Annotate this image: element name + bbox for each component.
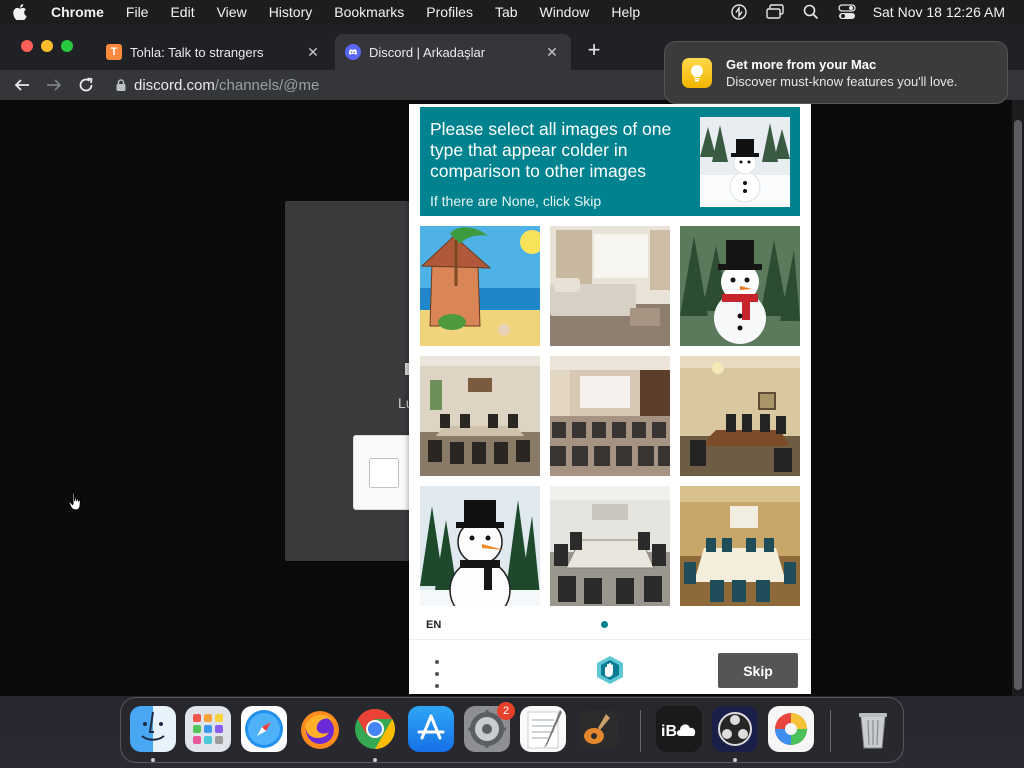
discord-favicon-icon bbox=[345, 44, 361, 60]
firefox-icon[interactable] bbox=[297, 706, 343, 752]
dock-separator bbox=[640, 710, 641, 752]
menu-profiles[interactable]: Profiles bbox=[415, 0, 484, 24]
close-tab-icon[interactable]: ✕ bbox=[543, 43, 561, 61]
dock: 2 iB bbox=[120, 697, 904, 763]
finder-running-indicator bbox=[151, 758, 155, 762]
scrollbar-thumb[interactable] bbox=[1014, 120, 1022, 690]
menu-view[interactable]: View bbox=[206, 0, 258, 24]
more-options-icon[interactable] bbox=[431, 660, 443, 688]
skip-button[interactable]: Skip bbox=[718, 653, 798, 688]
spotlight-search-icon[interactable] bbox=[793, 0, 829, 24]
menu-bar: Chrome File Edit View History Bookmarks … bbox=[0, 0, 1024, 24]
captcha-image-grid bbox=[420, 226, 800, 606]
page-indicator-dot bbox=[601, 621, 608, 628]
chrome-running-indicator bbox=[373, 758, 377, 762]
menu-help[interactable]: Help bbox=[600, 0, 651, 24]
close-tab-icon[interactable]: ✕ bbox=[304, 43, 322, 61]
url-path: /channels/@me bbox=[214, 76, 320, 94]
tab-title: Discord | Arkadaşlar bbox=[369, 44, 486, 60]
page-scrollbar[interactable] bbox=[1012, 100, 1024, 696]
menu-edit[interactable]: Edit bbox=[159, 0, 205, 24]
chrome-icon[interactable] bbox=[352, 706, 398, 752]
forward-arrow-icon[interactable] bbox=[42, 73, 66, 97]
captcha-tile-living-room[interactable] bbox=[550, 226, 670, 346]
notification-title: Get more from your Mac bbox=[726, 57, 877, 72]
captcha-prompt: Please select all images of one type tha… bbox=[420, 107, 800, 216]
language-selector[interactable]: EN bbox=[426, 619, 441, 631]
captcha-tile-meeting-room[interactable] bbox=[680, 356, 800, 476]
lock-icon[interactable] bbox=[108, 79, 134, 91]
captcha-checkbox[interactable] bbox=[369, 458, 399, 488]
sync-status-icon[interactable] bbox=[721, 0, 757, 24]
captcha-challenge: Please select all images of one type tha… bbox=[409, 104, 811, 694]
menu-tab[interactable]: Tab bbox=[484, 0, 529, 24]
minimize-window-button[interactable] bbox=[41, 40, 53, 52]
captcha-checkbox-widget bbox=[353, 435, 413, 510]
url-host: discord.com bbox=[134, 76, 215, 94]
captcha-example-image bbox=[700, 117, 790, 207]
color-picker-app-icon[interactable] bbox=[768, 706, 814, 752]
garageband-icon[interactable] bbox=[576, 706, 622, 752]
captcha-tile-banquet-room[interactable] bbox=[680, 486, 800, 606]
captcha-tile-snowman-cartoon[interactable] bbox=[420, 486, 540, 606]
tab-title: Tohla: Talk to strangers bbox=[130, 44, 264, 60]
back-arrow-icon[interactable] bbox=[10, 73, 34, 97]
captcha-tile-boardroom[interactable] bbox=[550, 486, 670, 606]
trash-icon[interactable] bbox=[850, 706, 896, 752]
dock-separator bbox=[830, 710, 831, 752]
launchpad-icon[interactable] bbox=[185, 706, 231, 752]
reload-icon[interactable] bbox=[74, 73, 98, 97]
menu-bookmarks[interactable]: Bookmarks bbox=[323, 0, 415, 24]
safari-icon[interactable] bbox=[241, 706, 287, 752]
textedit-icon[interactable] bbox=[520, 706, 566, 752]
lightbulb-tips-icon bbox=[682, 58, 712, 88]
menu-bar-clock[interactable]: Sat Nov 18 12:26 AM bbox=[865, 4, 1024, 20]
captcha-tile-conference-room[interactable] bbox=[420, 356, 540, 476]
obs-running-indicator bbox=[733, 758, 737, 762]
hand-cursor-icon bbox=[68, 492, 84, 517]
captcha-prompt-text: Please select all images of one type tha… bbox=[430, 119, 672, 181]
captcha-skip-hint: If there are None, click Skip bbox=[430, 193, 602, 209]
tab-discord[interactable]: Discord | Arkadaşlar ✕ bbox=[335, 34, 571, 70]
menu-history[interactable]: History bbox=[258, 0, 324, 24]
finder-icon[interactable] bbox=[130, 706, 176, 752]
new-tab-button[interactable]: + bbox=[584, 39, 604, 62]
obs-studio-icon[interactable] bbox=[712, 706, 758, 752]
captcha-tile-beach-hut[interactable] bbox=[420, 226, 540, 346]
control-center-icon[interactable] bbox=[829, 0, 865, 24]
notification-body: Discover must-know features you'll love. bbox=[726, 74, 958, 89]
menu-app-name[interactable]: Chrome bbox=[40, 0, 115, 24]
app-store-icon[interactable] bbox=[408, 706, 454, 752]
close-window-button[interactable] bbox=[21, 40, 33, 52]
captcha-tile-lecture-hall[interactable] bbox=[550, 356, 670, 476]
address-bar[interactable]: discord.com/channels/@me bbox=[108, 70, 668, 100]
hcaptcha-logo-icon bbox=[594, 654, 626, 686]
tohla-favicon-icon: T bbox=[106, 44, 122, 60]
icloud-drive-ib-icon[interactable]: iB bbox=[656, 706, 702, 752]
tab-tohla[interactable]: T Tohla: Talk to strangers ✕ bbox=[96, 34, 332, 70]
menu-window[interactable]: Window bbox=[529, 0, 601, 24]
zoom-window-button[interactable] bbox=[61, 40, 73, 52]
captcha-footer: Skip bbox=[409, 639, 811, 694]
menu-file[interactable]: File bbox=[115, 0, 160, 24]
svg-text:iB: iB bbox=[661, 723, 677, 740]
mac-notification[interactable]: Get more from your Mac Discover must-kno… bbox=[664, 41, 1008, 104]
screen: Chrome File Edit View History Bookmarks … bbox=[0, 0, 1024, 768]
notification-badge: 2 bbox=[497, 702, 515, 720]
captcha-tile-snowman-forest[interactable] bbox=[680, 226, 800, 346]
screen-mirroring-icon[interactable] bbox=[757, 0, 793, 24]
apple-menu-icon[interactable] bbox=[0, 0, 40, 24]
